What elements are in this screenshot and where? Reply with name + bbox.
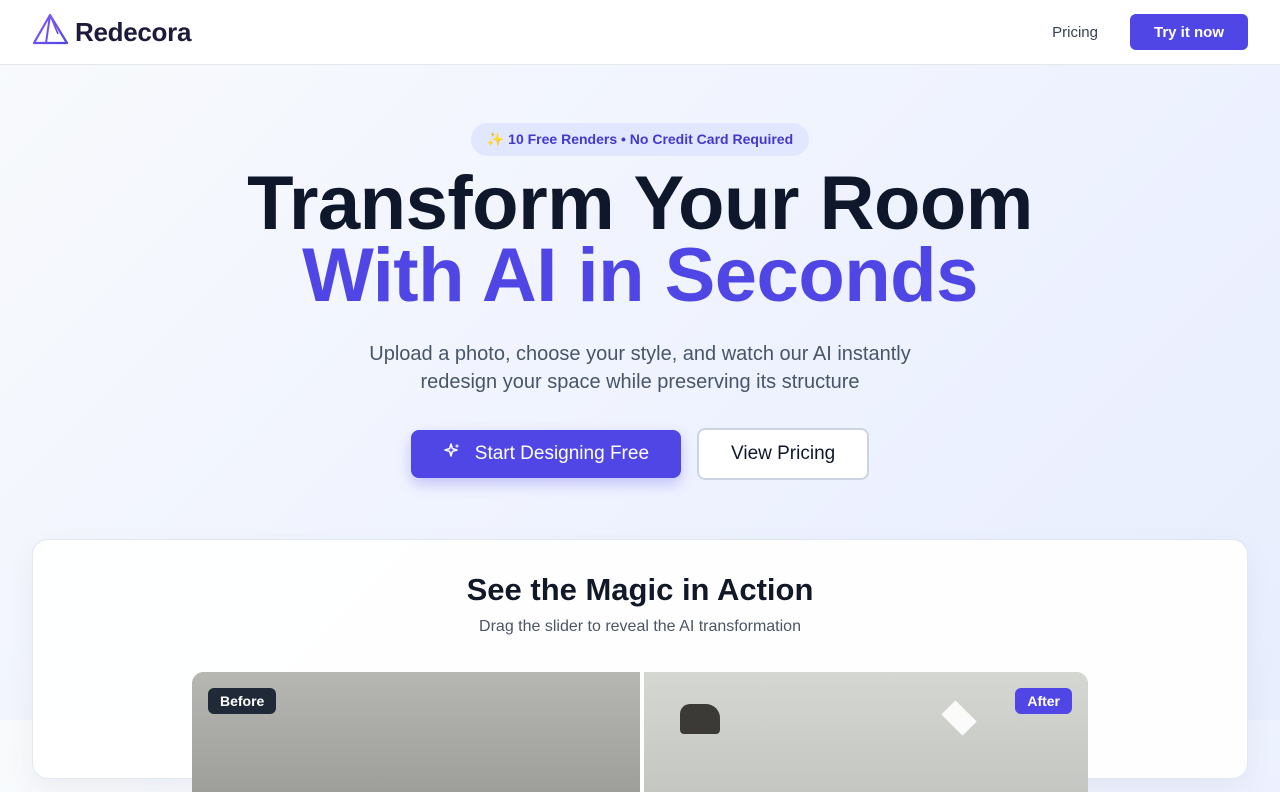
comparison-slider-handle[interactable] <box>640 672 644 792</box>
demo-card: See the Magic in Action Drag the slider … <box>32 539 1248 792</box>
hero-title-line1: Transform Your Room <box>247 161 1033 246</box>
hero-subtitle: Upload a photo, choose your style, and w… <box>369 343 911 393</box>
before-after-comparison[interactable]: Before After <box>192 672 1088 792</box>
after-furniture-shape <box>680 704 720 734</box>
demo-title: See the Magic in Action <box>466 572 814 607</box>
top-navbar: Redecora Pricing Try it now <box>0 0 1280 65</box>
after-light-shape <box>941 700 977 736</box>
sparkles-icon <box>443 442 461 466</box>
demo-subtitle: Drag the slider to reveal the AI transfo… <box>479 618 801 635</box>
hero-title-line2: With AI in Seconds <box>302 233 978 318</box>
free-renders-badge: ✨ 10 Free Renders • No Credit Card Requi… <box>470 123 810 156</box>
hero-section: ✨ 10 Free Renders • No Credit Card Requi… <box>0 65 1280 480</box>
brand-name: Redecora <box>75 16 192 47</box>
hero-cta-row: Start Designing Free View Pricing <box>0 428 1280 480</box>
try-it-now-button[interactable]: Try it now <box>1129 14 1248 50</box>
start-designing-button[interactable]: Start Designing Free <box>410 430 682 478</box>
start-designing-label: Start Designing Free <box>474 443 650 464</box>
pricing-link[interactable]: Pricing <box>1052 24 1098 41</box>
before-tag: Before <box>208 688 277 714</box>
after-tag: After <box>1015 688 1072 714</box>
nav-actions: Pricing Try it now <box>1052 14 1248 50</box>
pyramid-logo-icon <box>32 13 69 52</box>
view-pricing-button[interactable]: View Pricing <box>697 428 870 480</box>
brand-logo-link[interactable]: Redecora <box>32 13 191 52</box>
